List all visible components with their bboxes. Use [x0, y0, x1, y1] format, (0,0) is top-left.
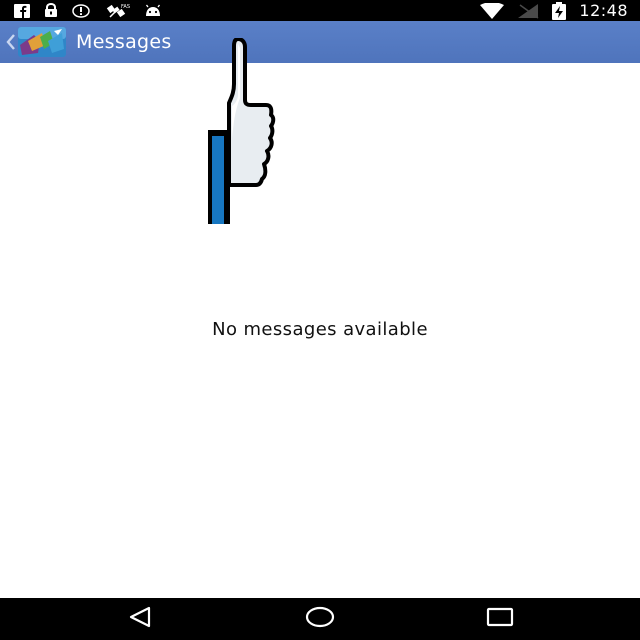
app-logo-icon [18, 27, 66, 57]
action-bar: Messages [0, 21, 640, 63]
nav-recents-button[interactable] [470, 598, 530, 640]
page-title: Messages [76, 31, 172, 53]
lock-icon [44, 0, 58, 21]
status-time: 12:48 [579, 1, 628, 20]
signal-icon [517, 0, 539, 21]
android-icon [144, 0, 162, 21]
facebook-icon [14, 0, 30, 21]
up-navigation-button[interactable] [0, 21, 72, 63]
thumbs-up-icon [204, 37, 280, 245]
satellite-icon: FAST [104, 0, 130, 21]
status-right-icons: 12:48 [479, 0, 628, 21]
alert-icon [72, 0, 90, 21]
battery-charging-icon [551, 0, 567, 21]
recents-square-icon [486, 607, 514, 631]
screen: FAST [0, 0, 640, 640]
nav-back-button[interactable] [110, 598, 170, 640]
svg-text:FAST: FAST [121, 4, 130, 10]
empty-state-text: No messages available [212, 319, 428, 340]
back-triangle-icon [127, 606, 153, 632]
home-circle-icon [305, 606, 335, 632]
system-navigation-bar [0, 598, 640, 640]
chevron-left-icon [6, 34, 16, 50]
nav-home-button[interactable] [290, 598, 350, 640]
wifi-icon [479, 0, 505, 21]
status-bar: FAST [0, 0, 640, 21]
status-left-icons: FAST [14, 0, 162, 21]
message-list-area: No messages available [0, 37, 640, 598]
